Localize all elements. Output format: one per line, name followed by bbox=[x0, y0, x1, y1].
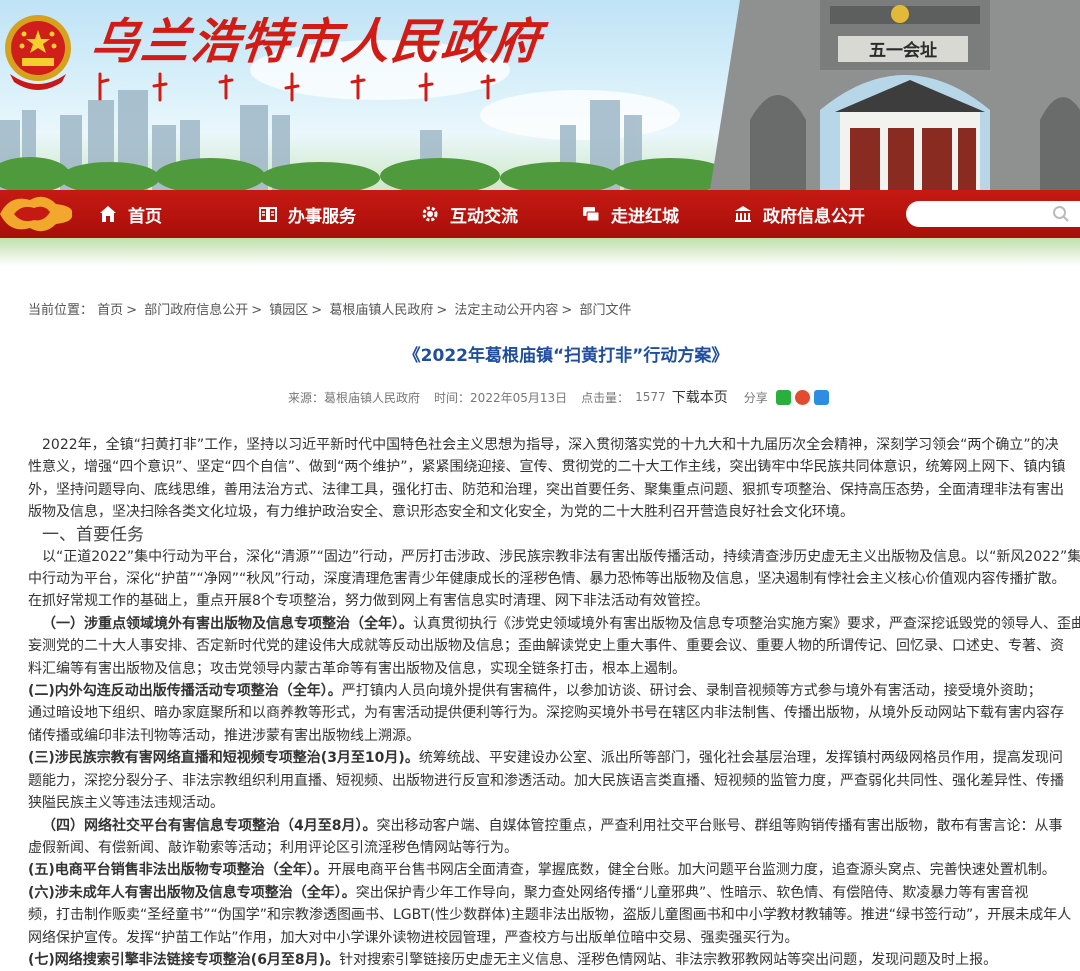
item-text: 针对搜索引擎链接历史虚无主义信息、淫秽色情网站、非法宗教邪教网站等突出问题，发现… bbox=[339, 951, 998, 968]
item-heading: （一）涉重点领域境外有害出版物及信息专项整治（全年）。 bbox=[42, 615, 413, 632]
nav-item-services[interactable]: 办事服务 bbox=[258, 190, 356, 238]
building-icon bbox=[735, 206, 751, 222]
paragraph-line: (三)涉民族宗教有害网络直播和短视频专项整治(3月至10月)。统筹统战、平安建设… bbox=[28, 747, 1080, 769]
item-text: 突出移动客户端、自媒体管控重点，严查利用社交平台账号、群组等购销传播有害出版物，… bbox=[376, 817, 1063, 834]
nav-label: 政府信息公开 bbox=[763, 206, 865, 227]
breadcrumb-link[interactable]: 葛根庙镇人民政府 bbox=[329, 303, 433, 318]
breadcrumb-link[interactable]: 法定主动公开内容 bbox=[454, 303, 558, 318]
home-icon bbox=[100, 206, 116, 222]
paragraph-line: (二)内外勾连反动出版传播活动专项整治（全年）。严打镇内人员向境外提供有害稿件，… bbox=[28, 680, 1080, 702]
source-value: 葛根庙镇人民政府 bbox=[324, 390, 421, 405]
paragraph-line: （一）涉重点领域境外有害出版物及信息专项整治（全年）。认真贯彻执行《涉党史领域境… bbox=[28, 613, 1080, 635]
breadcrumb-link[interactable]: 部门文件 bbox=[579, 303, 631, 318]
clicks-label: 点击量： bbox=[581, 390, 630, 405]
paragraph-line: (七)网络搜索引擎非法链接专项整治(6月至8月)。针对搜索引擎链接历史虚无主义信… bbox=[28, 949, 1080, 971]
breadcrumb-link[interactable]: 首页 bbox=[97, 303, 123, 318]
nav-label: 互动交流 bbox=[450, 206, 518, 227]
download-link[interactable]: 下载本页 bbox=[672, 387, 728, 407]
paragraph-line: 外，坚持问题导向、底线思维，善用法治方式、法律工具，强化打击、防范和治理，突出首… bbox=[28, 481, 1064, 498]
article-body: 2022年，全镇“扫黄打非”工作，坚持以习近平新时代中国特色社会主义思想为指导，… bbox=[28, 434, 1080, 971]
paragraph-line: (六)涉未成年人有害出版物及信息专项整治（全年）。突出保护青少年工作导向，聚力查… bbox=[28, 882, 1080, 904]
nav-label: 走进红城 bbox=[611, 206, 679, 227]
breadcrumb: 当前位置： 首页 > 部门政府信息公开 > 镇园区 > 葛根庙镇人民政府 > 法定主动公… bbox=[28, 303, 632, 318]
breadcrumb-link[interactable]: 镇园区 bbox=[269, 303, 308, 318]
item-heading: (七)网络搜索引擎非法链接专项整治(6月至8月)。 bbox=[28, 951, 340, 968]
item-heading: (五)电商平台销售非法出版物专项整治（全年）。 bbox=[28, 862, 328, 879]
paragraph-line: 性意义，增强“四个意识”、坚定“四个自信”、做到“两个维护”，紧紧围绕迎接、宣传… bbox=[28, 459, 1066, 476]
paragraph-line: 妄测党的二十大人事安排、否定新时代党的建设伟大成就等反动出版物及信息；歪曲解读党… bbox=[28, 638, 1064, 655]
breadcrumb-label: 当前位置： bbox=[28, 303, 94, 318]
paragraph-line: 网络保护宣传。发挥“护苗工作站”作用，加大对中小学课外读物进校园管理，严查校方与… bbox=[28, 929, 799, 946]
gear-icon bbox=[422, 206, 438, 222]
item-text: 统筹统战、平安建设办公室、派出所等部门，强化社会基层治理，发挥镇村两级网格员作用… bbox=[418, 750, 1063, 767]
paragraph-line: 储传播或编印非法刊物等活动，推进涉蒙有害出版物线上溯源。 bbox=[28, 727, 420, 744]
nav-label: 首页 bbox=[128, 206, 162, 227]
item-text: 开展电商平台售书网店全面清查，掌握底数，健全台账。加大问题平台监测力度，追查源头… bbox=[327, 862, 1056, 879]
source-label: 来源： bbox=[288, 390, 325, 405]
nav-item-red-city[interactable]: 走进红城 bbox=[581, 190, 679, 238]
gate-sign: 五一会址 bbox=[869, 40, 937, 61]
paragraph-line: 虚假新闻、有偿新闻、敲诈勒索等活动；利用评论区引流淫秽色情网站等行为。 bbox=[28, 839, 518, 856]
qzone-share-icon[interactable] bbox=[813, 389, 829, 405]
paragraph-line: 版物及信息，坚决扫除各类文化垃圾，有力维护政治安全、意识形态安全和文化安全，为党… bbox=[28, 504, 854, 521]
item-text: 突出保护青少年工作导向，聚力查处网络传播“儿童邪典”、性暗示、软色情、有偿陪侍、… bbox=[355, 884, 1029, 901]
breadcrumb-link[interactable]: 部门政府信息公开 bbox=[144, 303, 248, 318]
paragraph-line: 料汇编等有害出版物及信息；攻击党领导内蒙古革命等有害出版物及信息，实现全链条打击… bbox=[28, 660, 686, 677]
chat-icon bbox=[583, 207, 600, 222]
cloud-pattern-icon bbox=[0, 196, 73, 232]
header-banner: 乌兰浩特市人民政府 五一会址 bbox=[0, 0, 1080, 190]
weibo-share-icon[interactable] bbox=[794, 389, 810, 405]
paragraph-line: 频，打击制作贩卖“圣经童书”“伪国学”和宗教渗透图画书、LGBT(性少数群体)主… bbox=[28, 907, 1072, 924]
share-label: 分享 bbox=[743, 390, 768, 405]
item-heading: (二)内外勾连反动出版传播活动专项整治（全年）。 bbox=[28, 683, 342, 700]
paragraph-line: (五)电商平台销售非法出版物专项整治（全年）。开展电商平台售书网店全面清查，掌握… bbox=[28, 859, 1080, 881]
paragraph-line: （四）网络社交平台有害信息专项整治（4月至8月）。突出移动客户端、自媒体管控重点… bbox=[28, 815, 1080, 837]
site-title: 乌兰浩特市人民政府 bbox=[88, 14, 545, 70]
wuyi-gate-image: 五一会址 bbox=[710, 0, 1080, 190]
article-meta: 来源： 葛根庙镇人民政府 时间： 2022年05月13日 点击量： 1577 下… bbox=[288, 387, 829, 407]
paragraph-line: 在抓好常规工作的基础上，重点开展8个专项整治，努力做到网上有害信息实时清理、网下… bbox=[28, 593, 709, 610]
paragraph-line: 狭隘民族主义等违法违规活动。 bbox=[28, 795, 224, 812]
nav-item-gov-info[interactable]: 政府信息公开 bbox=[733, 190, 865, 238]
nav-item-home[interactable]: 首页 bbox=[98, 190, 162, 238]
time-label: 时间： bbox=[434, 390, 471, 405]
search-icon[interactable] bbox=[1052, 205, 1070, 223]
city-skyline-image bbox=[0, 90, 720, 190]
clicks-value: 1577 bbox=[635, 390, 666, 404]
time-value: 2022年05月13日 bbox=[470, 390, 568, 405]
item-text: 认真贯彻执行《涉党史领域境外有害出版物及信息专项整治实施方案》要求，严查深挖诋毁… bbox=[413, 615, 1080, 632]
nav-item-interaction[interactable]: 互动交流 bbox=[420, 190, 518, 238]
book-icon bbox=[259, 207, 277, 222]
paragraph-line: 2022年，全镇“扫黄打非”工作，坚持以习近平新时代中国特色社会主义思想为指导，… bbox=[42, 437, 1059, 453]
section-heading: 一、首要任务 bbox=[42, 524, 144, 545]
item-heading: (六)涉未成年人有害出版物及信息专项整治（全年）。 bbox=[28, 884, 356, 901]
paragraph-line: 以“正道2022”集中行动为平台，深化“清源”“固边”行动，严厉打击涉政、涉民族… bbox=[42, 548, 1080, 565]
nav-label: 办事服务 bbox=[288, 206, 356, 227]
wechat-share-icon[interactable] bbox=[775, 389, 791, 405]
item-heading: （四）网络社交平台有害信息专项整治（4月至8月）。 bbox=[42, 817, 377, 834]
paragraph-line: 中行动为平台，深化“护苗”“净网”“秋风”行动，深度清理危害青少年健康成长的淫秽… bbox=[28, 571, 1066, 588]
paragraph-line: 题能力，深挖分裂分子、非法宗教组织利用直播、短视频、出版物进行反宣和渗透活动。加… bbox=[28, 772, 1064, 789]
item-text: 严打镇内人员向境外提供有害稿件，以参加访谈、研讨会、录制音视频等方式参与境外有害… bbox=[341, 683, 1042, 700]
article-title: 《2022年葛根庙镇“扫黄打非”行动方案》 bbox=[403, 346, 729, 366]
item-heading: (三)涉民族宗教有害网络直播和短视频专项整治(3月至10月)。 bbox=[28, 750, 419, 767]
nav-underline-decoration bbox=[0, 238, 1080, 266]
paragraph-line: 通过暗设地下组织、暗办家庭聚所和以商养教等形式，为有害活动提供便利等行为。深挖购… bbox=[28, 705, 1064, 722]
